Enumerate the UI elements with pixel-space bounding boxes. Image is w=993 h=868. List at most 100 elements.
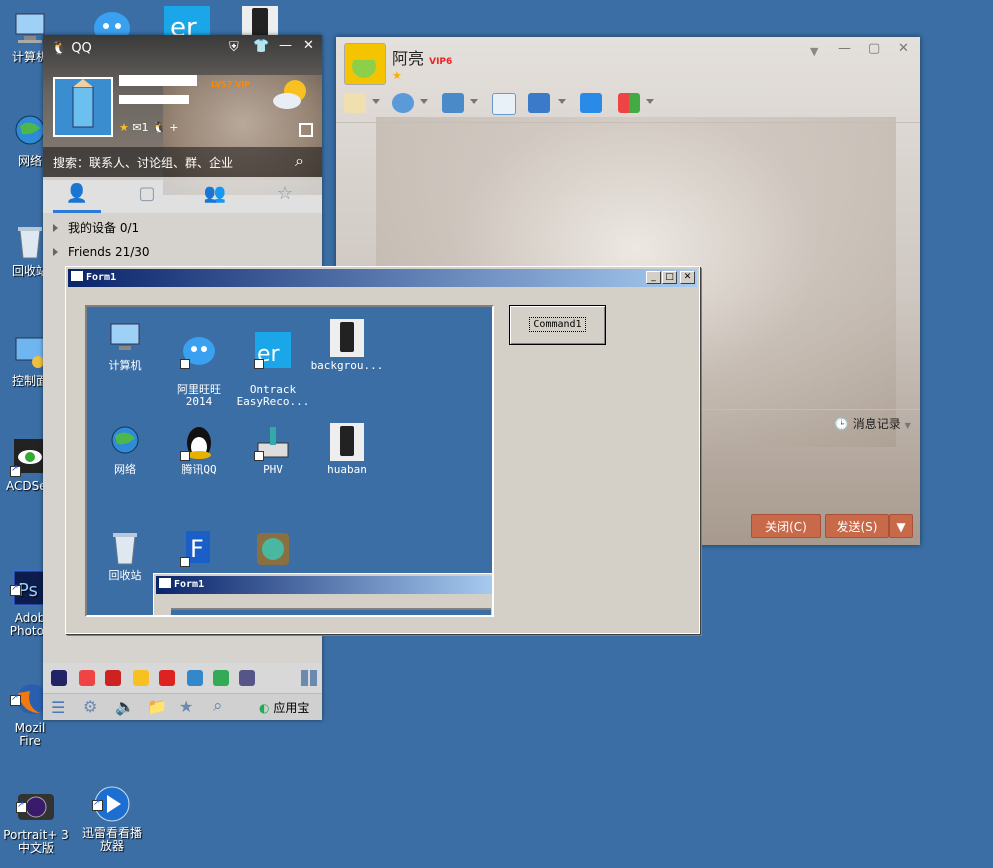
portrait-camera-icon (16, 773, 56, 820)
inner-icon-ontrack[interactable]: er Ontrack EasyReco... (235, 319, 311, 420)
recycle-bin-icon (106, 529, 144, 567)
inner-icon-computer[interactable]: 计算机 (87, 319, 163, 372)
app-game-icon[interactable] (79, 670, 95, 686)
desktop-icon-ontrack[interactable]: er (164, 6, 210, 43)
cartoon-avatar-icon (351, 48, 377, 78)
inner-icon-network[interactable]: 网络 (87, 423, 163, 476)
send-file-icon[interactable] (442, 93, 464, 113)
qq-title: 🐧 QQ (51, 41, 92, 56)
chat-close-button[interactable]: ✕ (898, 41, 909, 56)
app-chong-icon[interactable] (159, 670, 175, 686)
qq-signature[interactable] (119, 95, 189, 104)
folder-icon[interactable]: 📁 (147, 697, 167, 716)
send-options-button[interactable]: ▼ (889, 514, 913, 538)
tab-sessions[interactable]: ▢ (135, 183, 159, 207)
app-z-icon[interactable] (51, 670, 67, 686)
aliwangwang-icon (180, 331, 218, 369)
qq-search-bar[interactable]: 搜索：联系人、讨论组、群、企业 ⌕ (43, 147, 322, 177)
app-browser-icon[interactable] (213, 670, 229, 686)
download-update-icon (254, 529, 292, 567)
chevron-down-icon[interactable] (558, 99, 566, 104)
inner-icon-huaban[interactable]: huaban (309, 423, 385, 476)
app-lottery-icon[interactable] (105, 670, 121, 686)
inner-icon-recycle-bin[interactable]: 回收站 (87, 529, 163, 582)
qq-nickname[interactable] (119, 75, 197, 86)
form1-maximize-button[interactable]: □ (662, 271, 677, 284)
weather-icon[interactable] (269, 75, 313, 115)
inner-icon-f-app[interactable]: F (161, 529, 237, 570)
app-weiyun-icon[interactable] (187, 670, 203, 686)
inner-icon-aliwangwang[interactable]: 阿里旺旺 2014 (161, 319, 237, 420)
desktop-icon-xunlei-player[interactable]: 迅雷看看播 放器 (72, 758, 152, 866)
video-call-icon[interactable] (392, 93, 414, 113)
qq-penguin-icon (180, 423, 218, 461)
inner-icon-tencent-qq[interactable]: 腾讯QQ (161, 423, 237, 476)
form1-titlebar[interactable]: Form1 (68, 269, 697, 287)
search-icon[interactable]: ⌕ (295, 151, 304, 171)
qq-level-badge: LV57 VIP (211, 80, 251, 89)
chevron-down-icon[interactable] (372, 99, 380, 104)
voice-call-icon[interactable] (344, 93, 366, 113)
app-user-icon[interactable] (239, 670, 255, 686)
app-grid-icon[interactable] (301, 670, 317, 686)
star-icon[interactable]: ★ (119, 121, 129, 134)
picture-box[interactable]: 计算机 阿里旺旺 2014 er Ontrack EasyReco... bac… (85, 305, 494, 617)
form1-minimize-button[interactable]: _ (646, 271, 661, 284)
nested-form1-titlebar[interactable]: Form1 (156, 576, 492, 594)
desktop-icon-background[interactable] (242, 6, 278, 38)
tab-groups[interactable]: 👥 (203, 183, 227, 207)
f-app-icon: F (180, 529, 218, 567)
find-icon[interactable]: ⌕ (213, 696, 223, 716)
pencil-avatar-icon (72, 79, 94, 128)
chevron-down-icon: ▼ (896, 520, 906, 534)
mail-icon[interactable]: ✉ (132, 121, 141, 134)
aliwangwang-icon (94, 12, 130, 44)
qq-skin-icon[interactable]: 👕 (253, 39, 269, 54)
chat-maximize-button[interactable]: ▢ (868, 41, 880, 56)
chevron-down-icon[interactable] (470, 99, 478, 104)
main-menu-icon[interactable]: ☰ (51, 698, 65, 717)
qq-close-button[interactable]: ✕ (303, 38, 314, 53)
remote-desktop-icon[interactable] (528, 93, 550, 113)
app-pet-icon[interactable] (133, 670, 149, 686)
tab-contacts[interactable]: 👤 (65, 183, 89, 207)
qq-menu-icon[interactable] (299, 123, 313, 137)
clock-icon: 🕒 (834, 417, 849, 431)
desktop-icon-label: Mozil Fire (14, 721, 46, 748)
create-discussion-icon[interactable] (492, 93, 516, 115)
bookmark-star-icon[interactable]: ★ (179, 697, 193, 716)
qq-shield-icon[interactable]: ⛨ (229, 40, 239, 55)
desktop-icon-aliwangwang[interactable] (90, 8, 134, 44)
qq-penguin-small-icon[interactable]: 🐧 (152, 121, 166, 134)
form1-close-button[interactable]: ✕ (680, 271, 695, 284)
inner-icon-update-app[interactable] (235, 529, 311, 570)
chevron-down-icon[interactable] (420, 99, 428, 104)
desktop-icon-portrait[interactable]: Portrait+ 3 中文版 (0, 760, 76, 868)
settings-gear-icon[interactable]: ⚙ (83, 697, 97, 716)
inner-icon-phv[interactable]: PHV (235, 423, 311, 476)
contact-avatar[interactable] (344, 43, 386, 85)
contact-group-my-devices[interactable]: 我的设备 0/1 (53, 219, 139, 236)
xunlei-player-icon (92, 771, 132, 822)
svg-text:F: F (190, 535, 204, 563)
nested-picture-box[interactable] (171, 608, 491, 615)
inner-icon-background[interactable]: backgrou... (309, 319, 385, 372)
qq-minimize-button[interactable]: — (279, 38, 292, 53)
chevron-down-icon[interactable] (646, 99, 654, 104)
expand-arrow-icon (53, 248, 58, 256)
chat-minimize-button[interactable]: — (838, 41, 851, 56)
chat-dropdown-icon[interactable]: ▼ (810, 45, 818, 58)
contact-group-friends[interactable]: Friends 21/30 (53, 245, 150, 259)
apps-icon[interactable] (618, 93, 640, 113)
send-button[interactable]: 发送(S) (825, 514, 889, 538)
close-chat-button[interactable]: 关闭(C) (751, 514, 821, 538)
qq-avatar[interactable] (53, 77, 113, 137)
share-screen-icon[interactable] (580, 93, 602, 113)
app-store-button[interactable]: ◐ 应用宝 (259, 699, 309, 716)
tab-favorites[interactable]: ☆ (273, 183, 297, 207)
command1-button[interactable]: Command1 (509, 305, 606, 345)
message-history-button[interactable]: 🕒 消息记录 ▼ (834, 415, 911, 432)
add-icon[interactable]: + (169, 121, 178, 134)
volume-icon[interactable]: 🔈 (115, 697, 135, 716)
qq-search-input[interactable]: 搜索：联系人、讨论组、群、企业 (53, 154, 233, 171)
